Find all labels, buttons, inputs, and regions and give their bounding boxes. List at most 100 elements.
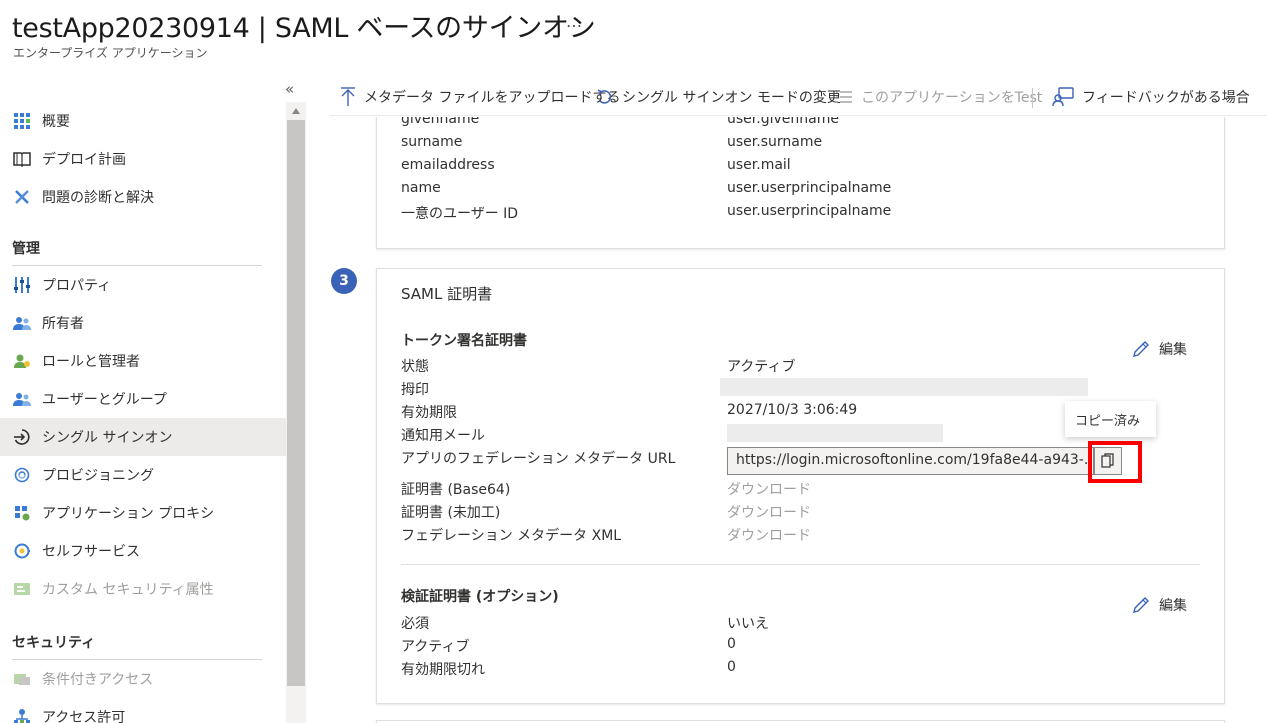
sidebar-item-sso[interactable]: シングル サインオン bbox=[0, 418, 286, 456]
test-application-label: このアプリケーションをTest bbox=[861, 90, 1043, 106]
change-sso-mode-button[interactable]: シングル サインオン モードの変更 bbox=[596, 86, 841, 108]
pencil-icon bbox=[1133, 341, 1149, 357]
section-heading-security: セキュリティ bbox=[12, 635, 96, 651]
roles-icon bbox=[12, 351, 32, 371]
more-options-button[interactable]: … bbox=[566, 12, 582, 31]
command-bar: メタデータ ファイルをアップロードする シングル サインオン モードの変更 この… bbox=[330, 80, 1267, 116]
test-application-button[interactable]: このアプリケーションをTest bbox=[835, 86, 1042, 108]
pencil-icon bbox=[1133, 597, 1149, 613]
feedback-button[interactable]: フィードバックがある場合 bbox=[1052, 86, 1250, 108]
conditional-access-icon bbox=[12, 669, 32, 689]
scroll-up-arrow-icon[interactable] bbox=[292, 108, 300, 114]
sidebar-item-overview[interactable]: 概要 bbox=[0, 102, 286, 140]
federation-xml-label: フェデレーション メタデータ XML bbox=[401, 528, 622, 544]
attributes-claims-card: givenname user.givenname surname user.su… bbox=[376, 117, 1225, 249]
edit-label: 編集 bbox=[1159, 342, 1187, 358]
list-icon bbox=[836, 91, 852, 103]
permissions-icon bbox=[12, 707, 32, 723]
download-cert-base64-link[interactable]: ダウンロード bbox=[727, 479, 811, 499]
owners-icon bbox=[12, 313, 32, 333]
provisioning-icon bbox=[12, 465, 32, 485]
card-divider bbox=[401, 564, 1200, 565]
sidebar-item-custom-security-attributes[interactable]: カスタム セキュリティ属性 bbox=[0, 570, 286, 608]
status-label: 状態 bbox=[401, 359, 429, 375]
sidebar-item-app-proxy[interactable]: アプリケーション プロキシ bbox=[0, 494, 286, 532]
sidebar-item-provisioning[interactable]: プロビジョニング bbox=[0, 456, 286, 494]
sidebar-item-properties[interactable]: プロパティ bbox=[0, 266, 286, 304]
page-header: testApp20230914 | SAML ベースのサインオン … エンタープ… bbox=[0, 0, 1267, 80]
feedback-label: フィードバックがある場合 bbox=[1082, 90, 1250, 106]
sidebar: « 概要 デプロイ計画 問題の診断と解決 管理 プロパティ 所有者 ロールと管理… bbox=[0, 80, 306, 723]
redacted-thumbprint bbox=[720, 378, 1088, 396]
claim-name: emailaddress bbox=[401, 157, 495, 173]
notification-email-label: 通知用メール bbox=[401, 428, 485, 444]
saml-certificate-card: SAML 証明書 トークン署名証明書 編集 状態 アクティブ 拇印 有効期限 2… bbox=[376, 268, 1225, 704]
sidebar-item-label: デプロイ計画 bbox=[42, 152, 126, 168]
sidebar-item-permissions[interactable]: アクセス許可 bbox=[0, 698, 286, 723]
sidebar-item-diagnose[interactable]: 問題の診断と解決 bbox=[0, 178, 286, 216]
sidebar-item-label: プロパティ bbox=[42, 278, 112, 294]
highlight-annotation bbox=[1088, 441, 1142, 483]
sidebar-item-roles[interactable]: ロールと管理者 bbox=[0, 342, 286, 380]
expired-label: 有効期限切れ bbox=[401, 662, 485, 678]
main-content: givenname user.givenname surname user.su… bbox=[330, 117, 1267, 723]
claim-name: givenname bbox=[401, 117, 480, 127]
page-title: testApp20230914 | SAML ベースのサインオン bbox=[12, 13, 596, 44]
expiry-label: 有効期限 bbox=[401, 405, 457, 421]
custom-attr-icon bbox=[12, 579, 32, 599]
undo-icon bbox=[597, 89, 612, 104]
sidebar-scrollbar-thumb[interactable] bbox=[287, 120, 305, 686]
book-icon bbox=[12, 149, 32, 169]
upload-icon bbox=[341, 87, 355, 106]
upload-metadata-label: メタデータ ファイルをアップロードする bbox=[364, 90, 621, 106]
properties-icon bbox=[12, 275, 32, 295]
sidebar-item-label: 問題の診断と解決 bbox=[42, 190, 154, 206]
change-sso-mode-label: シングル サインオン モードの変更 bbox=[622, 90, 841, 106]
sidebar-item-label: プロビジョニング bbox=[42, 468, 154, 484]
users-icon bbox=[12, 389, 32, 409]
sidebar-item-self-service[interactable]: セルフサービス bbox=[0, 532, 286, 570]
metadata-url-field[interactable]: https://login.microsoftonline.com/19fa8e… bbox=[727, 447, 1094, 475]
thumbprint-label: 拇印 bbox=[401, 382, 429, 398]
claim-value: user.surname bbox=[727, 134, 823, 150]
claim-name: surname bbox=[401, 134, 463, 150]
download-federation-xml-link[interactable]: ダウンロード bbox=[727, 525, 811, 545]
sidebar-item-label: 所有者 bbox=[42, 316, 84, 332]
proxy-icon bbox=[12, 503, 32, 523]
saml-certificate-title: SAML 証明書 bbox=[401, 285, 493, 303]
claim-value: user.mail bbox=[727, 157, 791, 173]
required-label: 必須 bbox=[401, 616, 429, 632]
required-value: いいえ bbox=[727, 616, 769, 632]
claim-name: name bbox=[401, 180, 441, 196]
claim-value: user.userprincipalname bbox=[727, 180, 892, 196]
download-cert-raw-link[interactable]: ダウンロード bbox=[727, 502, 811, 522]
sidebar-item-conditional-access[interactable]: 条件付きアクセス bbox=[0, 660, 286, 698]
grid-icon bbox=[12, 111, 32, 131]
step-number-badge: 3 bbox=[331, 268, 357, 294]
wrench-icon bbox=[12, 187, 32, 207]
collapse-sidebar-button[interactable]: « bbox=[285, 80, 294, 98]
page-subtitle: エンタープライズ アプリケーション bbox=[13, 46, 208, 60]
verification-cert-heading: 検証証明書 (オプション) bbox=[401, 589, 559, 605]
cert-raw-label: 証明書 (未加工) bbox=[401, 505, 501, 521]
sidebar-item-label: セルフサービス bbox=[42, 544, 140, 560]
sidebar-item-label: カスタム セキュリティ属性 bbox=[42, 582, 214, 598]
sidebar-item-label: アクセス許可 bbox=[42, 710, 126, 723]
copied-tooltip: コピー済み bbox=[1065, 401, 1156, 437]
sidebar-item-label: シングル サインオン bbox=[42, 430, 173, 446]
edit-verification-button[interactable]: 編集 bbox=[1131, 595, 1187, 615]
edit-token-signing-button[interactable]: 編集 bbox=[1131, 339, 1187, 359]
active-value: 0 bbox=[727, 636, 736, 652]
sso-icon bbox=[12, 427, 32, 447]
sidebar-item-label: 概要 bbox=[42, 114, 70, 130]
selfservice-icon bbox=[12, 541, 32, 561]
expiry-value: 2027/10/3 3:06:49 bbox=[727, 402, 858, 418]
sidebar-item-users-groups[interactable]: ユーザーとグループ bbox=[0, 380, 286, 418]
sidebar-item-label: ロールと管理者 bbox=[42, 354, 140, 370]
expired-value: 0 bbox=[727, 659, 736, 675]
upload-metadata-button[interactable]: メタデータ ファイルをアップロードする bbox=[340, 86, 620, 108]
sidebar-item-owners[interactable]: 所有者 bbox=[0, 304, 286, 342]
claim-value: user.givenname bbox=[727, 117, 839, 127]
feedback-icon bbox=[1052, 87, 1074, 107]
sidebar-item-deployment-plan[interactable]: デプロイ計画 bbox=[0, 140, 286, 178]
